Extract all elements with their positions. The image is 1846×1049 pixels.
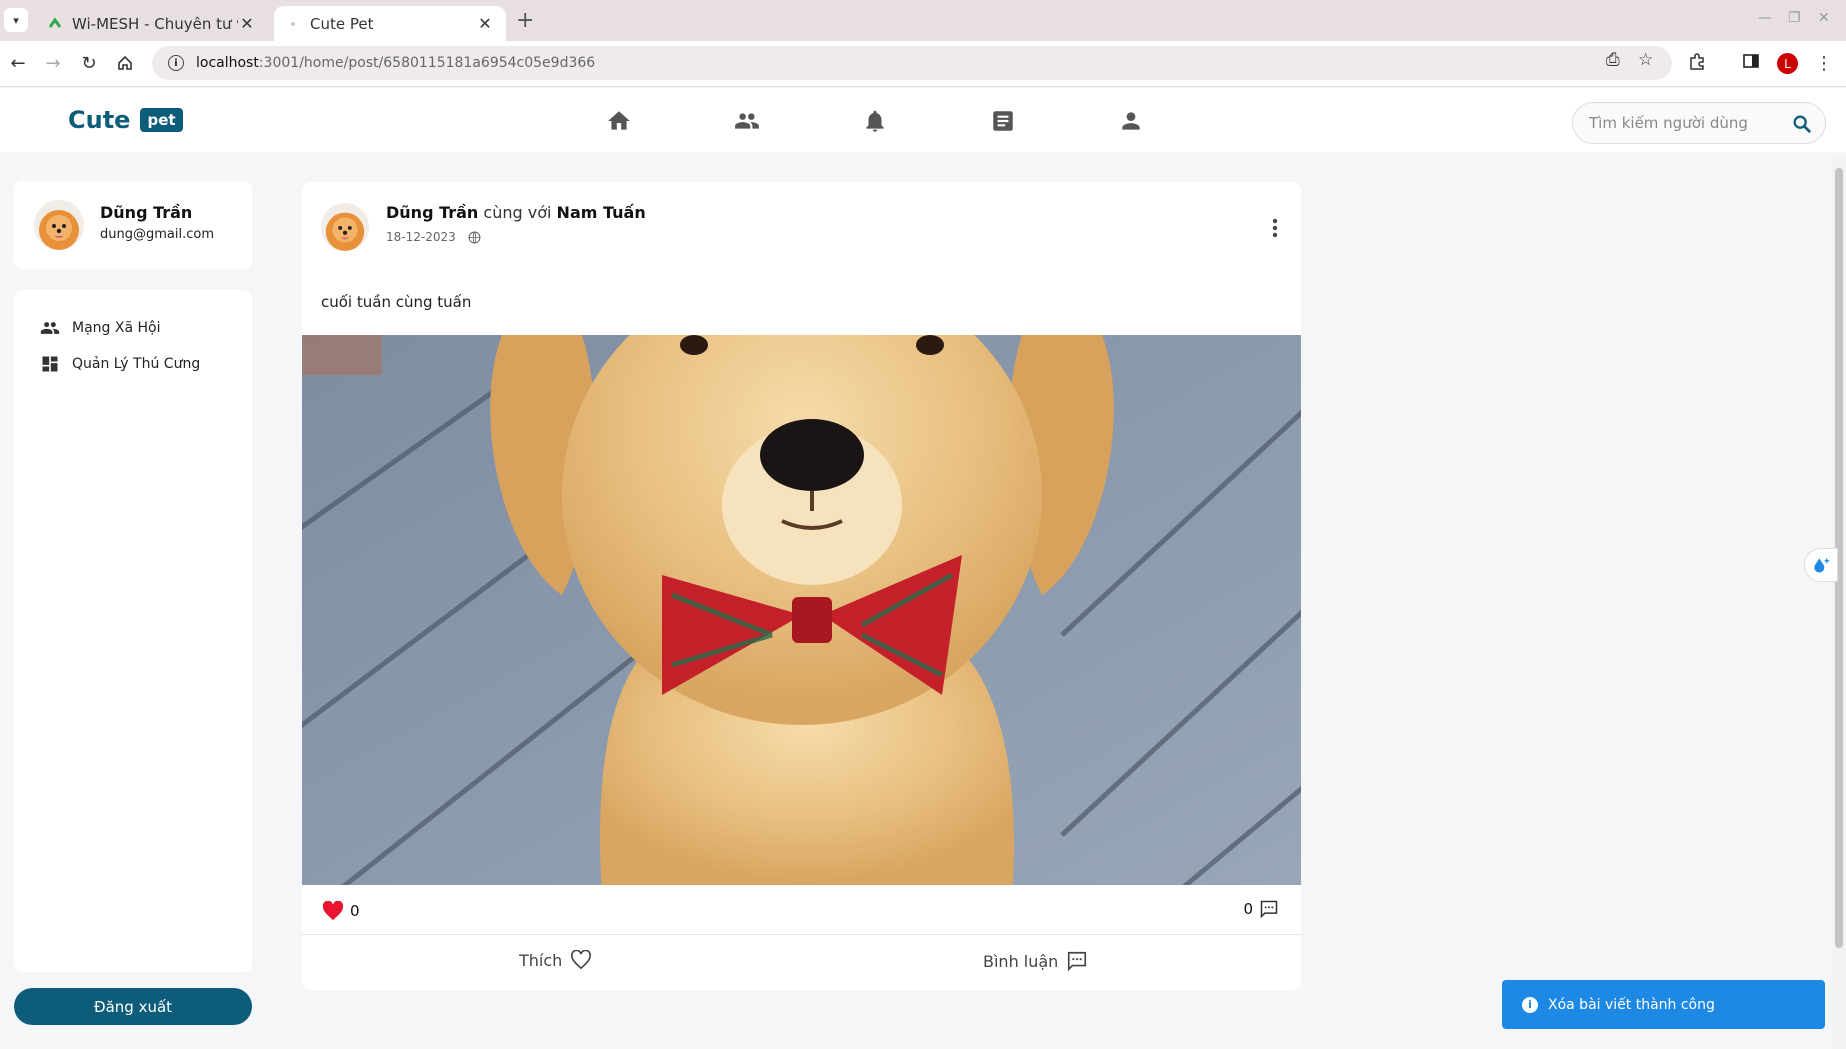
post-more-options-icon[interactable]	[1272, 218, 1278, 242]
page-scrollbar[interactable]	[1832, 154, 1846, 1049]
friends-icon[interactable]	[734, 108, 760, 134]
sparkle-assistant-icon[interactable]	[1804, 548, 1838, 582]
close-tab-icon[interactable]: ✕	[476, 14, 494, 33]
globe-icon	[468, 231, 481, 243]
url-path: :3001/home/post/6580115181a6954c05e9d366	[258, 55, 596, 71]
profile-card[interactable]: Dũng Trần dung@gmail.com	[14, 181, 252, 269]
app-logo[interactable]: Cute pet	[68, 106, 183, 134]
post-meta: 18-12-2023	[386, 230, 481, 244]
like-count-value: 0	[350, 902, 360, 920]
sidebar-item-social[interactable]: Mạng Xã Hội	[40, 318, 160, 338]
like-button-label: Thích	[519, 950, 563, 970]
wimesh-favicon-icon	[48, 16, 62, 28]
app-header: Cute pet	[0, 88, 1846, 152]
sidebar-item-pet-management[interactable]: Quản Lý Thú Cưng	[40, 354, 200, 374]
avatar	[34, 200, 84, 250]
back-icon[interactable]: ←	[6, 51, 30, 75]
browser-profile-avatar[interactable]: L	[1777, 53, 1798, 74]
comment-count-value: 0	[1243, 900, 1253, 918]
reload-icon[interactable]: ↻	[77, 51, 101, 75]
post-content: cuối tuần cùng tuấn	[321, 293, 472, 311]
profile-email: dung@gmail.com	[100, 227, 214, 242]
people-icon	[40, 322, 60, 334]
browser-tab-cutepet[interactable]: Cute Pet ✕	[274, 6, 506, 41]
cutepet-favicon-icon	[291, 21, 295, 26]
toast-message: Xóa bài viết thành công	[1548, 996, 1715, 1013]
home-icon[interactable]	[606, 108, 632, 134]
profile-icon[interactable]	[1118, 108, 1144, 134]
heart-outline-icon	[571, 950, 592, 970]
like-count: 0	[322, 901, 360, 921]
home-browser-icon[interactable]	[113, 51, 137, 75]
site-info-icon[interactable]: i	[168, 55, 184, 71]
bookmark-star-icon[interactable]: ☆	[1638, 50, 1653, 70]
forward-icon[interactable]: →	[41, 51, 65, 75]
post-author-name[interactable]: Dũng Trần	[386, 203, 478, 222]
install-app-icon[interactable]: ⎙	[1606, 50, 1620, 70]
tab-title: Wi-MESH - Chuyên tư vấn	[72, 14, 238, 33]
post-with-text: cùng với	[483, 203, 552, 222]
notifications-icon[interactable]	[862, 108, 888, 134]
user-search	[1572, 102, 1826, 144]
comment-button[interactable]: Bình luận	[983, 950, 1088, 972]
comment-button-label: Bình luận	[983, 951, 1059, 971]
close-window-icon[interactable]: ✕	[1818, 10, 1830, 26]
post-image[interactable]	[302, 335, 1301, 885]
logout-button[interactable]: Đăng xuất	[14, 988, 252, 1025]
extensions-icon[interactable]	[1688, 53, 1706, 76]
tab-title: Cute Pet	[310, 14, 374, 33]
browser-tab-wimesh[interactable]: Wi-MESH - Chuyên tư vấn ✕	[36, 6, 268, 41]
post-tagged-name[interactable]: Nam Tuấn	[557, 203, 646, 222]
minimize-icon[interactable]: —	[1758, 10, 1772, 26]
comment-outline-icon	[1068, 951, 1087, 972]
browser-tab-bar: ▾ Wi-MESH - Chuyên tư vấn ✕ Cute Pet ✕ +…	[0, 0, 1846, 41]
dashboard-icon	[42, 356, 58, 372]
close-tab-icon[interactable]: ✕	[238, 14, 256, 33]
logo-text: Cute	[68, 106, 131, 134]
new-tab-icon[interactable]: +	[516, 8, 534, 33]
address-bar[interactable]: i localhost:3001/home/post/6580115181a69…	[152, 46, 1672, 80]
search-icon[interactable]	[1791, 113, 1813, 135]
post-author-line: Dũng Trần cùng với Nam Tuấn	[386, 203, 646, 222]
sidebar-menu: Mạng Xã Hội Quản Lý Thú Cưng	[14, 290, 252, 972]
post-stats: 0 0	[302, 885, 1301, 935]
url-host: localhost	[196, 55, 259, 71]
post-date: 18-12-2023	[386, 230, 456, 244]
side-panel-icon[interactable]	[1743, 53, 1759, 74]
comment-icon	[1260, 900, 1278, 919]
browser-menu-icon[interactable]: ⋮	[1815, 53, 1833, 74]
profile-name: Dũng Trần	[100, 203, 193, 222]
comment-count: 0	[1243, 899, 1279, 919]
posts-icon[interactable]	[990, 108, 1016, 134]
search-input[interactable]	[1589, 114, 1785, 132]
info-icon: i	[1522, 996, 1538, 1013]
sidebar-item-label: Mạng Xã Hội	[72, 320, 161, 336]
browser-toolbar: ← → ↻ i localhost:3001/home/post/6580115…	[0, 41, 1846, 87]
post-author-avatar[interactable]	[321, 203, 369, 251]
restore-icon[interactable]: ❐	[1788, 10, 1801, 26]
post-card: Dũng Trần cùng với Nam Tuấn 18-12-2023 c…	[302, 182, 1301, 990]
logo-badge: pet	[140, 108, 183, 132]
tab-list-button[interactable]: ▾	[4, 8, 28, 32]
heart-filled-icon	[322, 901, 344, 921]
toast-notification[interactable]: i Xóa bài viết thành công	[1502, 980, 1825, 1029]
sidebar-item-label: Quản Lý Thú Cưng	[72, 356, 201, 372]
like-button[interactable]: Thích	[519, 950, 592, 970]
